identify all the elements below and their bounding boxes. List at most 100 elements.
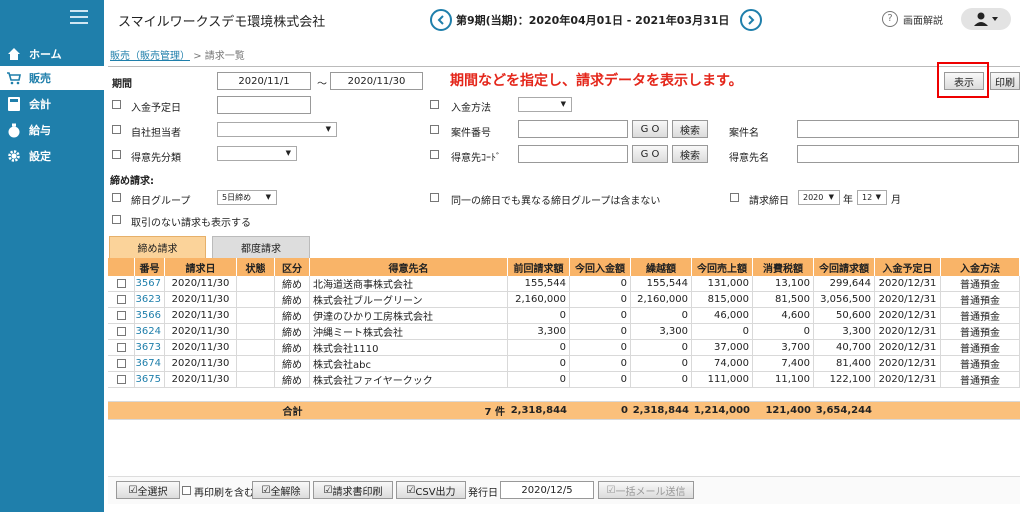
client-code-input[interactable] <box>518 145 628 163</box>
invoice-number-link[interactable]: 3623 <box>135 292 165 307</box>
due-date-input[interactable] <box>217 96 311 114</box>
column-header[interactable]: 得意先名 <box>310 258 508 276</box>
help-link[interactable]: ? 画面解説 <box>882 11 943 27</box>
table-cell: 普通預金 <box>941 292 1020 307</box>
print-invoice-button[interactable]: ☑ 請求書印刷 <box>313 481 393 499</box>
table-row[interactable]: 3674 2020/11/30 締め 株式会社abc 0 0 0 74,000 7,400 81,… <box>108 356 1020 372</box>
breadcrumb-parent-link[interactable]: 販売（販売管理） <box>110 51 190 62</box>
table-cell: 2020/11/30 <box>165 356 237 371</box>
row-checkbox[interactable] <box>116 295 126 304</box>
select-all-button[interactable]: ☑ 全選択 <box>116 481 180 499</box>
nav-item-accounting[interactable]: 会計 <box>0 92 104 116</box>
invoice-number-link[interactable]: 3624 <box>135 324 165 339</box>
case-no-checkbox[interactable] <box>430 125 439 134</box>
table-row[interactable]: 3567 2020/11/30 締め 北海道送商事株式会社 155,544 0 155,54… <box>108 276 1020 292</box>
invoice-number-link[interactable]: 3566 <box>135 308 165 323</box>
client-code-checkbox[interactable] <box>430 150 439 159</box>
user-menu-button[interactable] <box>961 8 1011 30</box>
column-header[interactable]: 消費税額 <box>753 258 814 276</box>
staff-select[interactable]: ▼ <box>217 122 337 137</box>
invoice-number-link[interactable]: 3567 <box>135 276 165 291</box>
table-cell: 0 <box>631 308 692 323</box>
tab-closing-invoice[interactable]: 締め請求 <box>109 236 206 258</box>
row-checkbox[interactable] <box>116 359 126 368</box>
row-checkbox[interactable] <box>116 343 126 352</box>
client-cat-checkbox[interactable] <box>112 150 121 159</box>
show-button[interactable]: 表示 <box>944 72 984 90</box>
column-header[interactable]: 請求日 <box>165 258 237 276</box>
client-cat-select[interactable]: ▼ <box>217 146 297 161</box>
nav-item-home[interactable]: ホーム <box>0 42 104 66</box>
nav-item-sales[interactable]: 販売 <box>0 66 104 90</box>
exclude-checkbox[interactable] <box>430 193 439 202</box>
case-no-input[interactable] <box>518 120 628 138</box>
period-to-input[interactable]: 2020/11/30 <box>330 72 423 90</box>
exclude-label: 同一の締日でも異なる締日グループは含まない <box>451 196 661 207</box>
tab-spot-invoice[interactable]: 都度請求 <box>212 236 310 258</box>
case-go-button[interactable]: G O <box>632 120 668 138</box>
pay-method-select[interactable]: ▼ <box>518 97 572 112</box>
column-header[interactable]: 区分 <box>275 258 310 276</box>
next-period-button[interactable] <box>740 9 762 31</box>
column-header[interactable]: 前回請求額 <box>508 258 570 276</box>
total-label: 合計 <box>282 407 303 418</box>
table-cell: 3,300 <box>814 324 875 339</box>
column-header[interactable]: 今回請求額 <box>814 258 875 276</box>
column-header[interactable]: 今回売上額 <box>692 258 753 276</box>
month-select[interactable]: 12 ▼ <box>857 190 887 205</box>
reprint-checkbox[interactable] <box>182 486 191 495</box>
client-name-input[interactable] <box>797 145 1019 163</box>
row-checkbox[interactable] <box>116 311 126 320</box>
period-from-input[interactable]: 2020/11/1 <box>217 72 311 90</box>
check-icon: ☑ <box>261 484 271 496</box>
bulk-mail-button[interactable]: ☑ 一括メール送信 <box>598 481 694 499</box>
table-row[interactable]: 3673 2020/11/30 締め 株式会社1110 0 0 0 37,000 3,700 40… <box>108 340 1020 356</box>
column-header[interactable]: 繰越額 <box>631 258 692 276</box>
staff-checkbox[interactable] <box>112 125 121 134</box>
deselect-all-button[interactable]: ☑ 全解除 <box>252 481 310 499</box>
invoice-number-link[interactable]: 3674 <box>135 356 165 371</box>
pay-method-checkbox[interactable] <box>430 100 439 109</box>
column-header[interactable]: 入金方法 <box>941 258 1020 276</box>
print-button[interactable]: 印刷 <box>990 72 1020 90</box>
due-date-checkbox[interactable] <box>112 100 121 109</box>
client-go-button[interactable]: G O <box>632 145 668 163</box>
table-row[interactable]: 3623 2020/11/30 締め 株式会社ブルーグリーン 2,160,000 0 2,1… <box>108 292 1020 308</box>
chevron-down-icon: ▼ <box>285 149 291 157</box>
bill-date-checkbox[interactable] <box>730 193 739 202</box>
table-cell <box>237 308 275 323</box>
invoice-number-link[interactable]: 3673 <box>135 340 165 355</box>
table-row[interactable]: 3624 2020/11/30 締め 沖縄ミート株式会社 3,300 0 3,300 0 0 3,… <box>108 324 1020 340</box>
table-cell: 0 <box>570 276 631 291</box>
case-search-button[interactable]: 検索 <box>672 120 708 138</box>
cart-icon <box>5 69 23 87</box>
case-name-input[interactable] <box>797 120 1019 138</box>
prev-period-button[interactable] <box>430 9 452 31</box>
table-cell: 0 <box>508 356 570 371</box>
table-row[interactable]: 3566 2020/11/30 締め 伊達のひかり工房株式会社 0 0 0 46,000 4,6… <box>108 308 1020 324</box>
table-cell: 2020/12/31 <box>875 340 941 355</box>
column-header[interactable]: 状態 <box>237 258 275 276</box>
row-checkbox[interactable] <box>116 375 126 384</box>
nav-item-payroll[interactable]: 給与 <box>0 118 104 142</box>
column-header[interactable]: 番号 <box>135 258 165 276</box>
table-cell: 0 <box>631 356 692 371</box>
csv-export-button[interactable]: ☑ CSV出力 <box>396 481 466 499</box>
table-cell: 37,000 <box>692 340 753 355</box>
table-row[interactable]: 3675 2020/11/30 締め 株式会社ファイヤークック 0 0 0 111,000 11… <box>108 372 1020 388</box>
include-none-checkbox[interactable] <box>112 215 121 224</box>
group-checkbox[interactable] <box>112 193 121 202</box>
issue-date-input[interactable]: 2020/12/5 <box>500 481 594 499</box>
year-select[interactable]: 2020 ▼ <box>798 190 840 205</box>
instruction-text: 期間などを指定し、請求データを表示します。 <box>450 73 743 89</box>
column-header[interactable]: 入金予定日 <box>875 258 941 276</box>
column-header[interactable]: 今回入金額 <box>570 258 631 276</box>
group-select[interactable]: 5日締め ▼ <box>217 190 277 205</box>
row-checkbox[interactable] <box>116 279 126 288</box>
invoice-number-link[interactable]: 3675 <box>135 372 165 387</box>
hamburger-menu-icon[interactable] <box>70 10 88 24</box>
table-cell <box>237 340 275 355</box>
row-checkbox[interactable] <box>116 327 126 336</box>
nav-item-settings[interactable]: 設定 <box>0 144 104 168</box>
client-search-button[interactable]: 検索 <box>672 145 708 163</box>
